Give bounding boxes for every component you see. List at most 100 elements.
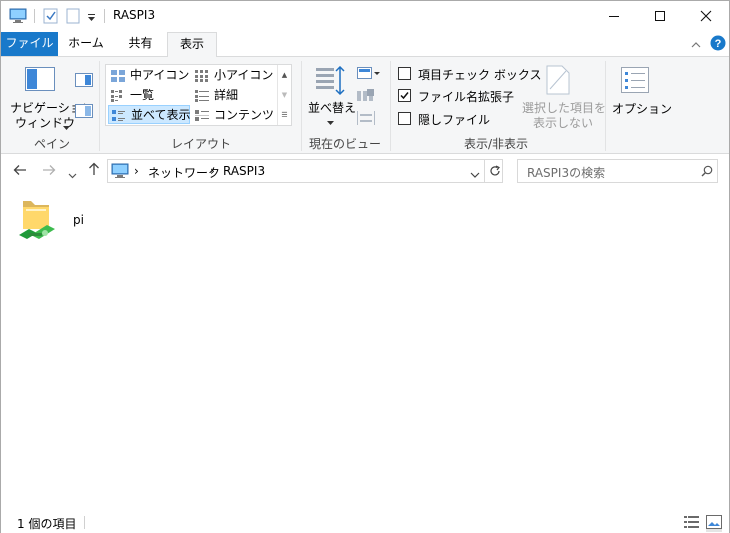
sort-by-label: 並べ替え [308,101,357,115]
options-button[interactable]: オプション [609,63,672,129]
list-item[interactable]: pi [17,197,107,241]
preview-pane-icon[interactable] [75,73,93,90]
small-icons-icon [195,69,209,87]
options-icon [621,67,649,96]
hide-selected-button[interactable]: 選択した項目を 表示しない [519,63,606,130]
hide-selected-label-2: 表示しない [533,116,594,130]
details-view-icon [195,89,209,107]
ribbon-tabs: ファイル ホーム 共有 表示 ? [1,32,729,57]
file-name: pi [73,213,84,227]
medium-icons-icon [111,69,125,87]
tab-view[interactable]: 表示 [167,32,217,57]
svg-text:?: ? [715,38,722,50]
breadcrumb-chevron-icon[interactable]: › [134,164,139,178]
properties-icon[interactable] [43,8,59,27]
address-dropdown-icon[interactable] [470,168,480,182]
group-divider [605,61,606,151]
back-button[interactable] [13,162,27,180]
recent-locations-chevron-icon[interactable] [68,165,77,183]
pane-group-label: ペイン [33,137,70,151]
layout-medium-icons[interactable]: 中アイコン [108,66,189,85]
layout-list[interactable]: 一覧 [108,86,154,105]
tiles-view-icon [112,109,126,127]
layout-list-label: 一覧 [130,88,155,102]
large-icons-toggle-icon[interactable] [706,515,722,532]
window-title: RASPI3 [113,8,156,22]
file-extensions-checkbox[interactable] [398,89,411,102]
maximize-button[interactable] [637,1,683,31]
layout-medium-icons-label: 中アイコン [130,68,190,82]
layout-tiles[interactable]: 並べて表示 [108,105,191,127]
hidden-items-checkbox[interactable] [398,112,411,125]
content-view-icon [195,109,209,127]
computer-icon [111,163,129,182]
gallery-more-icon[interactable]: ☰ [281,111,287,119]
ribbon-view: ナビゲーション ウィンドウ ペイン 中アイコン 小アイコン 一覧 詳細 並べて表… [1,56,729,154]
sort-icon [315,65,347,99]
layout-gallery: 中アイコン 小アイコン 一覧 詳細 並べて表示 コンテンツ ▲ ▼ ☰ [105,64,292,126]
chevron-down-icon [63,120,70,134]
hide-selected-icon [546,65,570,98]
search-input[interactable]: RASPI3の検索 [527,164,605,181]
sort-by-button[interactable]: 並べ替え [307,63,357,129]
layout-details-label: 詳細 [214,88,239,102]
status-divider [84,516,85,529]
new-folder-icon[interactable] [66,8,80,27]
layout-content-label: コンテンツ [214,108,275,122]
address-bar[interactable]: › ネットワーク › RASPI3 [107,159,503,183]
file-list: pi [1,189,729,507]
title-bar: RASPI3 [1,1,729,31]
scroll-down-icon[interactable]: ▼ [282,91,287,99]
up-button[interactable] [88,162,100,180]
forward-button[interactable] [42,162,56,180]
size-columns-icon[interactable] [357,111,375,128]
current-view-group-label: 現在のビュー [308,137,381,151]
breadcrumb-chevron-icon[interactable]: › [210,164,215,178]
qat-divider [34,9,35,23]
details-view-toggle-icon[interactable] [684,515,700,532]
group-divider [99,61,100,151]
minimize-ribbon-icon[interactable] [691,38,701,52]
item-count: 1 個の項目 [17,517,77,531]
group-divider [390,61,391,151]
breadcrumb-raspi3[interactable]: RASPI3 [223,164,265,178]
show-hide-group-label: 表示/非表示 [463,137,529,151]
tab-home[interactable]: ホーム [58,32,114,56]
layout-small-icons[interactable]: 小アイコン [192,66,273,85]
hidden-items-label: 隠しファイル [418,113,491,127]
layout-tiles-label: 並べて表示 [131,108,191,122]
layout-details[interactable]: 詳細 [192,86,238,105]
shared-folder-icon [17,197,59,244]
layout-content[interactable]: コンテンツ [192,106,274,125]
refresh-icon[interactable] [484,160,503,182]
search-icon[interactable] [701,165,713,180]
minimize-button[interactable] [591,1,637,31]
navigation-pane-icon [25,67,55,94]
item-checkboxes-checkbox[interactable] [398,67,411,80]
layout-small-icons-label: 小アイコン [214,68,274,82]
tab-share[interactable]: 共有 [114,32,167,56]
search-box[interactable]: RASPI3の検索 [517,159,718,183]
add-columns-icon[interactable] [357,89,377,106]
item-checkboxes-toggle[interactable]: 項目チェック ボックス [398,66,541,82]
details-pane-icon[interactable] [75,104,93,121]
hidden-items-toggle[interactable]: 隠しファイル [398,111,518,127]
layout-group-label: レイアウト [170,137,231,151]
scroll-up-icon[interactable]: ▲ [282,71,287,79]
help-icon[interactable]: ? [710,35,726,54]
computer-icon[interactable] [9,8,27,27]
group-by-icon[interactable] [357,67,381,84]
layout-gallery-scroll[interactable]: ▲ ▼ ☰ [277,65,291,125]
customize-qat-icon[interactable] [87,11,96,25]
file-explorer-window: RASPI3 ファイル ホーム 共有 表示 ? ナビゲーション ウィンドウ ペイ… [0,0,730,533]
nav-pane-button[interactable]: ナビゲーション ウィンドウ [7,63,94,130]
options-label: オプション [612,102,673,116]
file-extensions-toggle[interactable]: ファイル名拡張子 [398,88,518,104]
group-divider [301,61,302,151]
close-button[interactable] [683,1,729,31]
file-extensions-label: ファイル名拡張子 [418,90,515,104]
chevron-down-icon [327,115,334,129]
status-bar: 1 個の項目 [1,511,729,533]
qat-divider-2 [104,9,105,23]
tab-file[interactable]: ファイル [1,32,58,56]
